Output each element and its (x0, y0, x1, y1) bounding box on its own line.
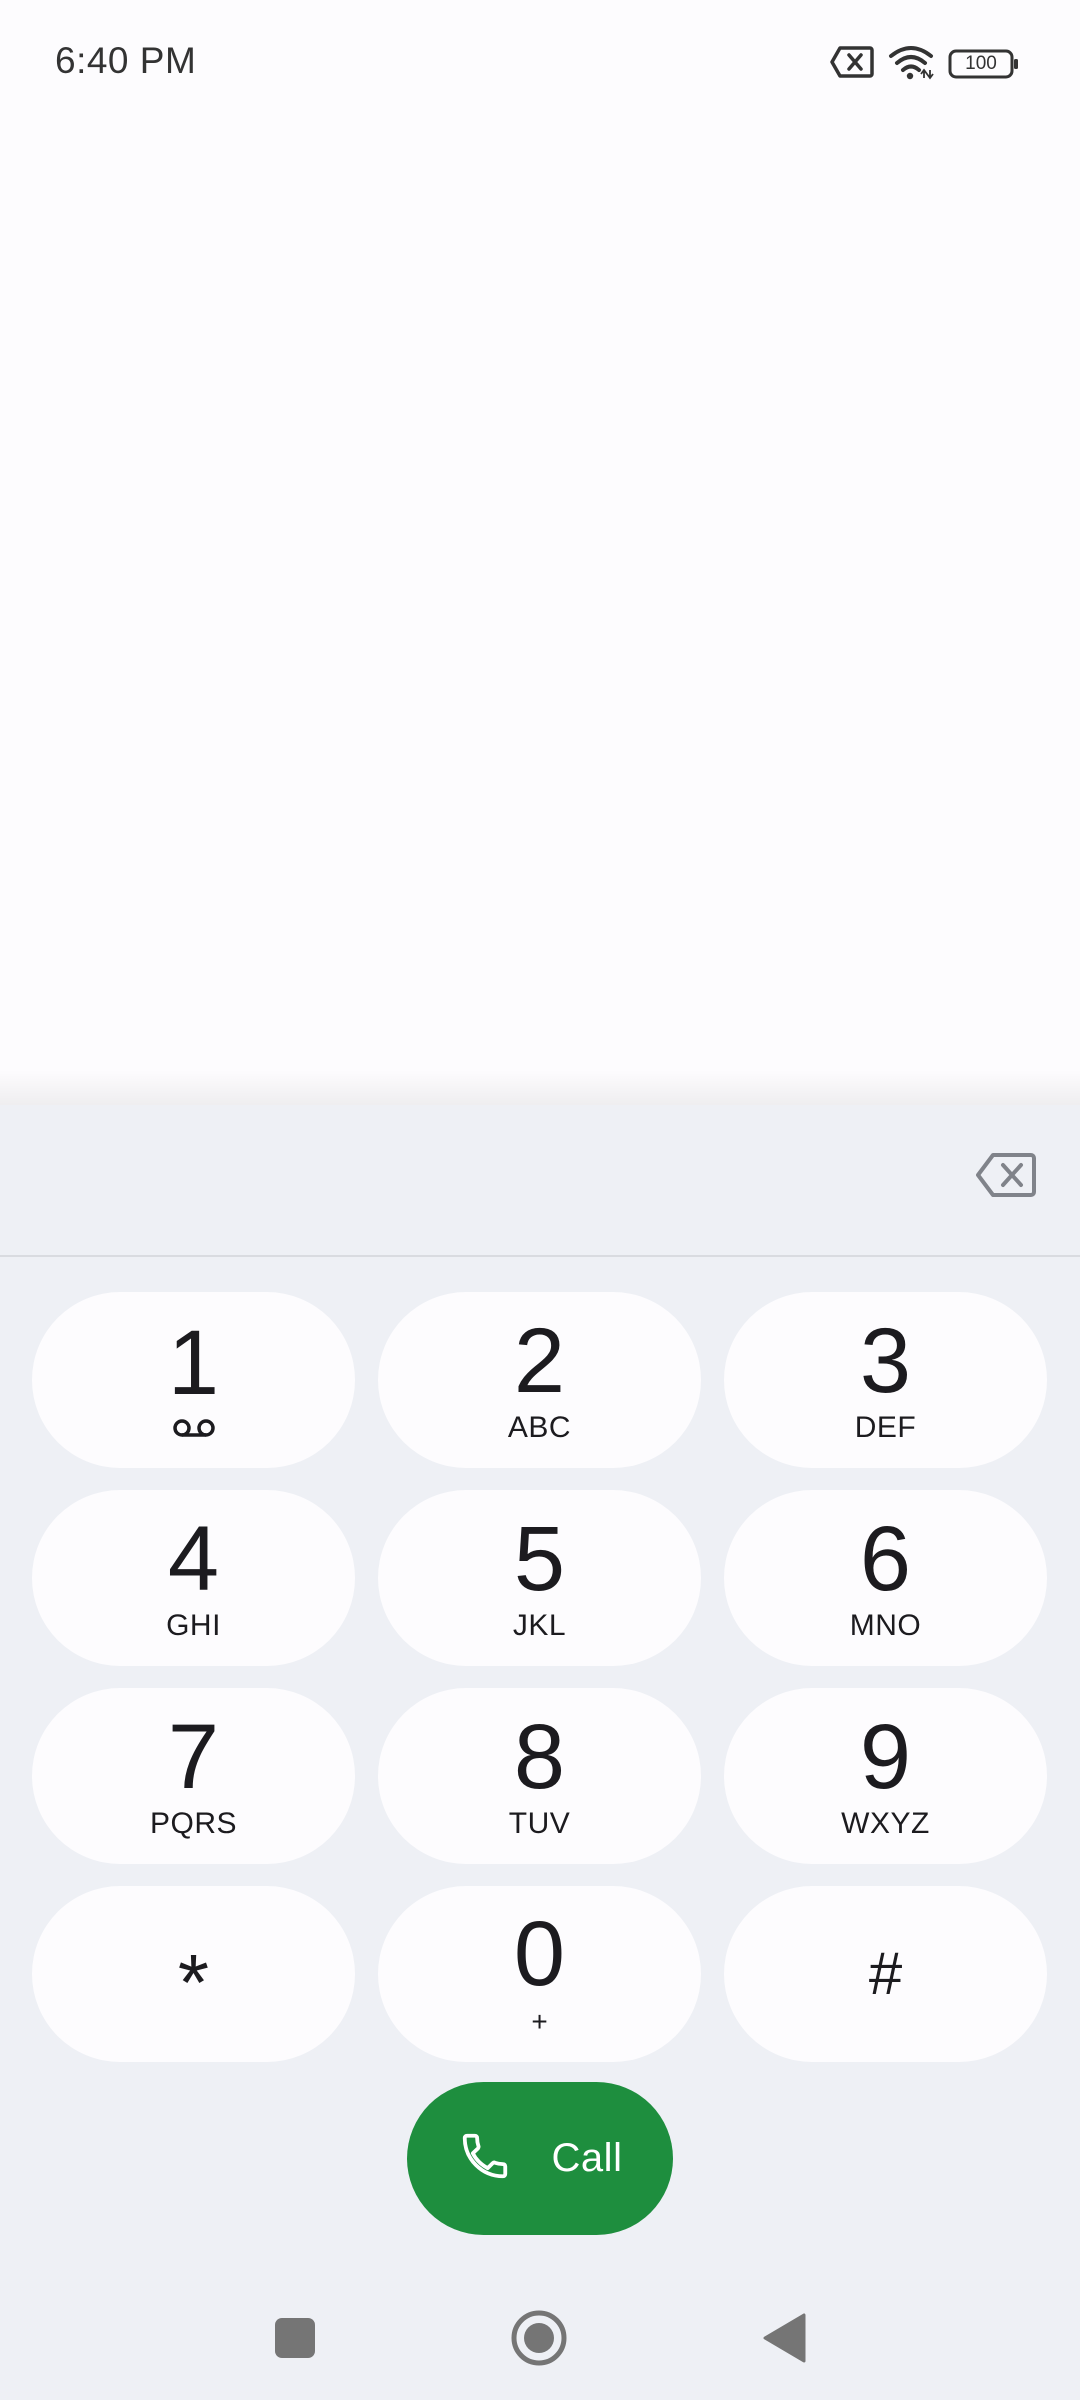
key-digit: 0 (513, 1903, 566, 2005)
status-time: 6:40 PM (55, 40, 197, 81)
key-digit: * (177, 1938, 210, 2027)
key-hash[interactable]: # (724, 1886, 1047, 2062)
key-letters: GHI (166, 1609, 221, 1642)
call-button[interactable]: Call (407, 2082, 673, 2235)
back-triangle-icon (762, 2313, 808, 2368)
status-bar: 6:40 PM 100 (0, 0, 1080, 126)
key-0[interactable]: 0 + (378, 1886, 701, 2062)
key-digit: 4 (167, 1508, 220, 1610)
phone-icon (458, 2129, 512, 2188)
dialer-content-area (0, 126, 1080, 1086)
key-letters: TUV (508, 1807, 571, 1840)
key-letters: PQRS (149, 1807, 238, 1840)
key-digit: 1 (167, 1312, 220, 1414)
key-digit: 6 (859, 1508, 912, 1610)
recents-button[interactable] (265, 2310, 325, 2370)
key-9[interactable]: 9 WXYZ (724, 1688, 1047, 1864)
key-letters: WXYZ (841, 1807, 930, 1840)
key-letters: DEF (854, 1411, 917, 1444)
back-button[interactable] (755, 2310, 815, 2370)
home-circle-icon (510, 2309, 568, 2372)
key-2[interactable]: 2 ABC (378, 1292, 701, 1468)
recents-square-icon (274, 2317, 316, 2364)
home-button[interactable] (509, 2310, 569, 2370)
key-digit: # (868, 1940, 903, 2007)
battery-level: 100 (965, 53, 997, 74)
key-3[interactable]: 3 DEF (724, 1292, 1047, 1468)
dialpad-panel: 1 2 ABC 3 DEF 4 GHI 5 JKL 6 MNO 7 PQRS 8… (0, 1105, 1080, 2400)
sim-x-icon (830, 45, 874, 84)
key-5[interactable]: 5 JKL (378, 1490, 701, 1666)
key-digit: 2 (513, 1310, 566, 1412)
dialed-number-field[interactable] (0, 1105, 1080, 1257)
key-digit: 3 (859, 1310, 912, 1412)
key-letters: ABC (507, 1411, 572, 1444)
panel-shadow (0, 1070, 1080, 1106)
system-nav-bar (0, 2270, 1080, 2400)
key-digit: 5 (513, 1508, 566, 1610)
keypad: 1 2 ABC 3 DEF 4 GHI 5 JKL 6 MNO 7 PQRS 8… (32, 1292, 1048, 2062)
backspace-button[interactable] (974, 1151, 1038, 1203)
key-8[interactable]: 8 TUV (378, 1688, 701, 1864)
call-label: Call (551, 2136, 623, 2180)
backspace-icon (975, 1151, 1037, 1204)
key-letters: JKL (512, 1609, 567, 1642)
key-digit: 8 (513, 1706, 566, 1808)
battery-icon: 100 (948, 48, 1020, 80)
key-digit: 9 (859, 1706, 912, 1808)
key-letters: MNO (849, 1609, 922, 1642)
key-digit: 7 (167, 1706, 220, 1808)
wifi-icon (888, 44, 934, 85)
key-7[interactable]: 7 PQRS (32, 1688, 355, 1864)
key-1[interactable]: 1 (32, 1292, 355, 1468)
key-6[interactable]: 6 MNO (724, 1490, 1047, 1666)
voicemail-icon (172, 1417, 216, 1443)
key-4[interactable]: 4 GHI (32, 1490, 355, 1666)
status-icons: 100 (830, 44, 1020, 84)
key-star[interactable]: * (32, 1886, 355, 2062)
key-letters: + (531, 2006, 548, 2037)
